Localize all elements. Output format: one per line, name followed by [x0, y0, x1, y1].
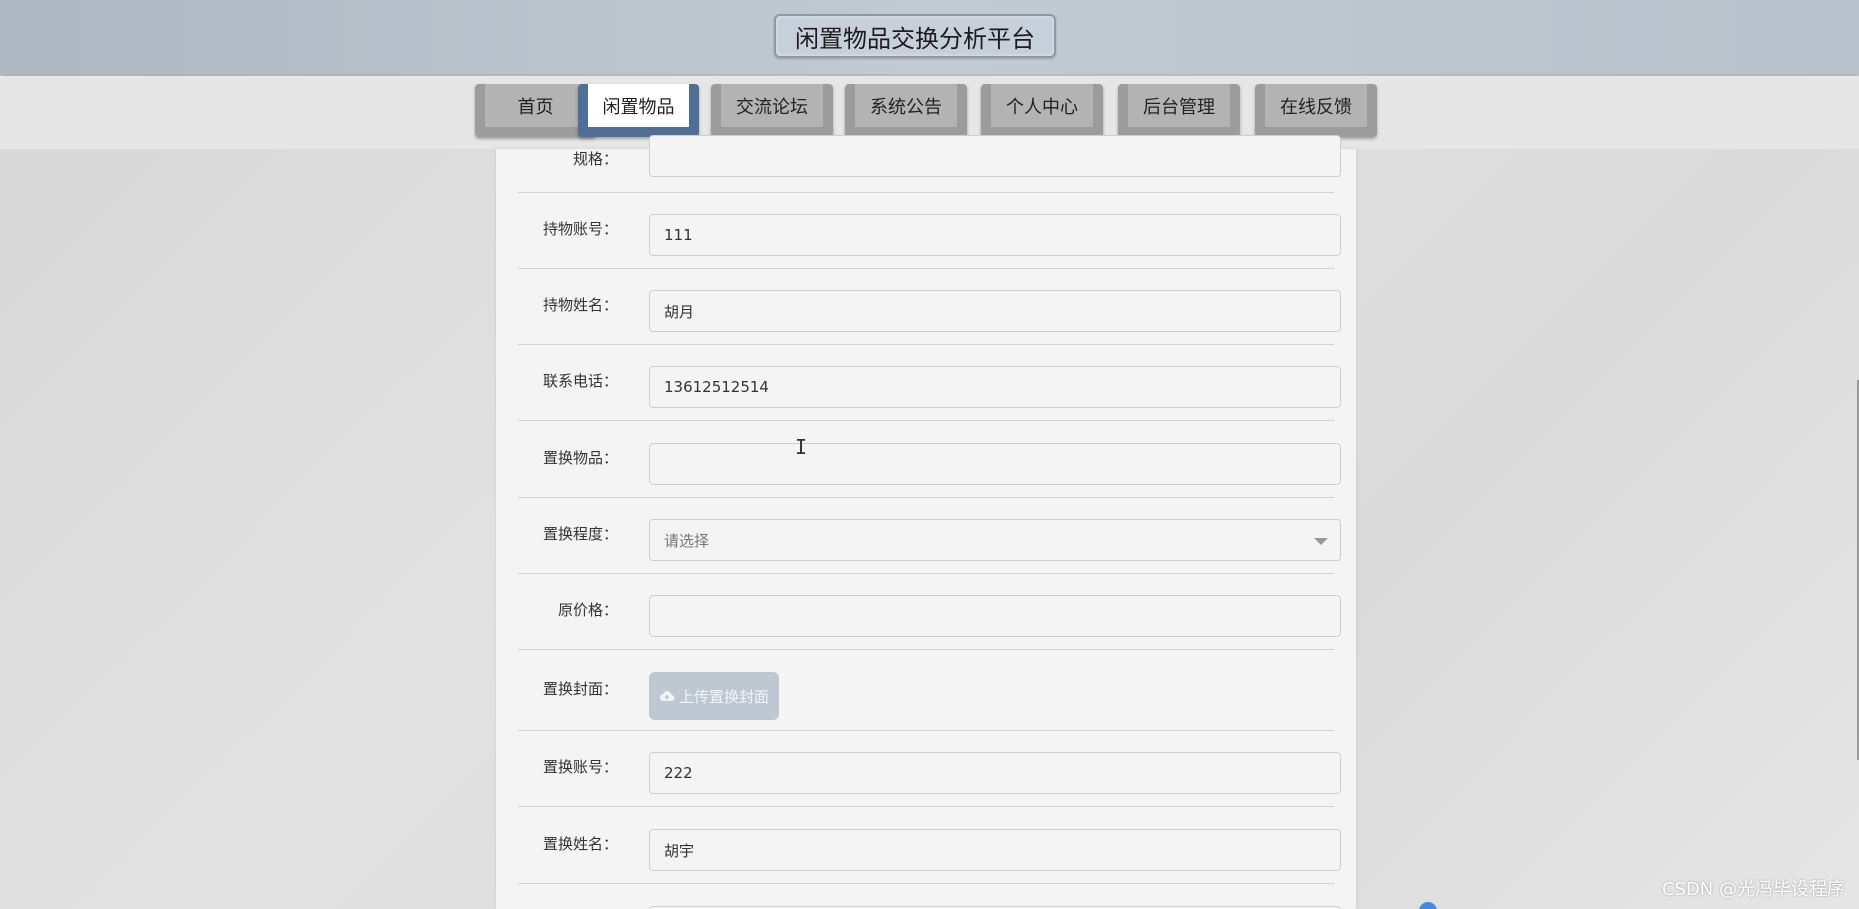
- form-row-owner-name: 持物姓名：: [518, 269, 1341, 345]
- text-cursor-icon: I: [795, 435, 808, 459]
- form-row-exchange-degree: 置换程度： 请选择: [518, 498, 1341, 574]
- form-row-original-price: 原价格：: [518, 574, 1341, 650]
- form-row-exchange-account: 置换账号：: [518, 731, 1341, 807]
- watermark: CSDN @光冯毕设程序: [1661, 879, 1845, 900]
- chevron-down-icon: [1314, 538, 1328, 545]
- item-form: 规格： 持物账号： 持物姓名： 联系电话： 置换物品： 置换程度： 请选择 原价…: [496, 135, 1356, 909]
- nav-item-label: 在线反馈: [1265, 84, 1367, 127]
- form-row-exchange-name: 置换姓名：: [518, 807, 1341, 884]
- exchange-degree-label: 置换程度：: [542, 525, 618, 543]
- exchange-account-label: 置换账号：: [542, 758, 618, 776]
- nav-item-announcements[interactable]: 系统公告: [845, 84, 967, 137]
- exchange-account-input[interactable]: [649, 752, 1341, 794]
- form-row-exchange-item: 置换物品：: [518, 421, 1341, 498]
- exchange-name-label: 置换姓名：: [542, 835, 618, 853]
- exchange-degree-select[interactable]: 请选择: [649, 519, 1341, 561]
- exchange-cover-label: 置换封面：: [542, 680, 618, 698]
- nav-item-label: 首页: [485, 84, 586, 127]
- nav-item-forum[interactable]: 交流论坛: [711, 84, 833, 137]
- exchange-item-label: 置换物品：: [542, 449, 618, 467]
- form-row-owner-account: 持物账号：: [518, 192, 1341, 269]
- phone-label: 联系电话：: [542, 372, 618, 390]
- nav-item-admin[interactable]: 后台管理: [1118, 84, 1240, 137]
- form-row-next: [518, 884, 1341, 909]
- original-price-input[interactable]: [649, 595, 1341, 637]
- owner-name-label: 持物姓名：: [542, 296, 618, 314]
- original-price-label: 原价格：: [557, 601, 618, 619]
- upload-cover-label: 上传置换封面: [678, 687, 769, 706]
- spec-label: 规格：: [572, 150, 618, 168]
- cloud-upload-icon: [659, 691, 675, 701]
- form-row-exchange-cover: 置换封面： 上传置换封面: [518, 650, 1334, 731]
- form-row-phone: 联系电话：: [518, 345, 1341, 421]
- nav-item-label: 个人中心: [991, 84, 1093, 127]
- spec-input[interactable]: [649, 135, 1341, 177]
- phone-input[interactable]: [649, 366, 1341, 408]
- upload-cover-button[interactable]: 上传置换封面: [649, 672, 779, 720]
- nav-item-idle-items[interactable]: 闲置物品: [578, 84, 699, 137]
- header-bar: 闲置物品交换分析平台: [0, 0, 1859, 74]
- site-title: 闲置物品交换分析平台: [774, 14, 1056, 58]
- exchange-name-input[interactable]: [649, 829, 1341, 871]
- floating-dot-icon[interactable]: [1419, 902, 1437, 909]
- nav-item-label: 闲置物品: [588, 84, 689, 127]
- nav-item-label: 交流论坛: [721, 84, 823, 127]
- form-row-spec: 规格：: [518, 135, 1341, 193]
- exchange-item-input[interactable]: [649, 443, 1341, 485]
- nav-item-personal-center[interactable]: 个人中心: [981, 84, 1103, 137]
- owner-name-input[interactable]: [649, 290, 1341, 332]
- nav-item-label: 后台管理: [1128, 84, 1230, 127]
- exchange-degree-placeholder: 请选择: [664, 531, 710, 550]
- owner-account-input[interactable]: [649, 214, 1341, 256]
- nav-item-feedback[interactable]: 在线反馈: [1255, 84, 1377, 137]
- nav-item-label: 系统公告: [855, 84, 957, 127]
- owner-account-label: 持物账号：: [542, 220, 618, 238]
